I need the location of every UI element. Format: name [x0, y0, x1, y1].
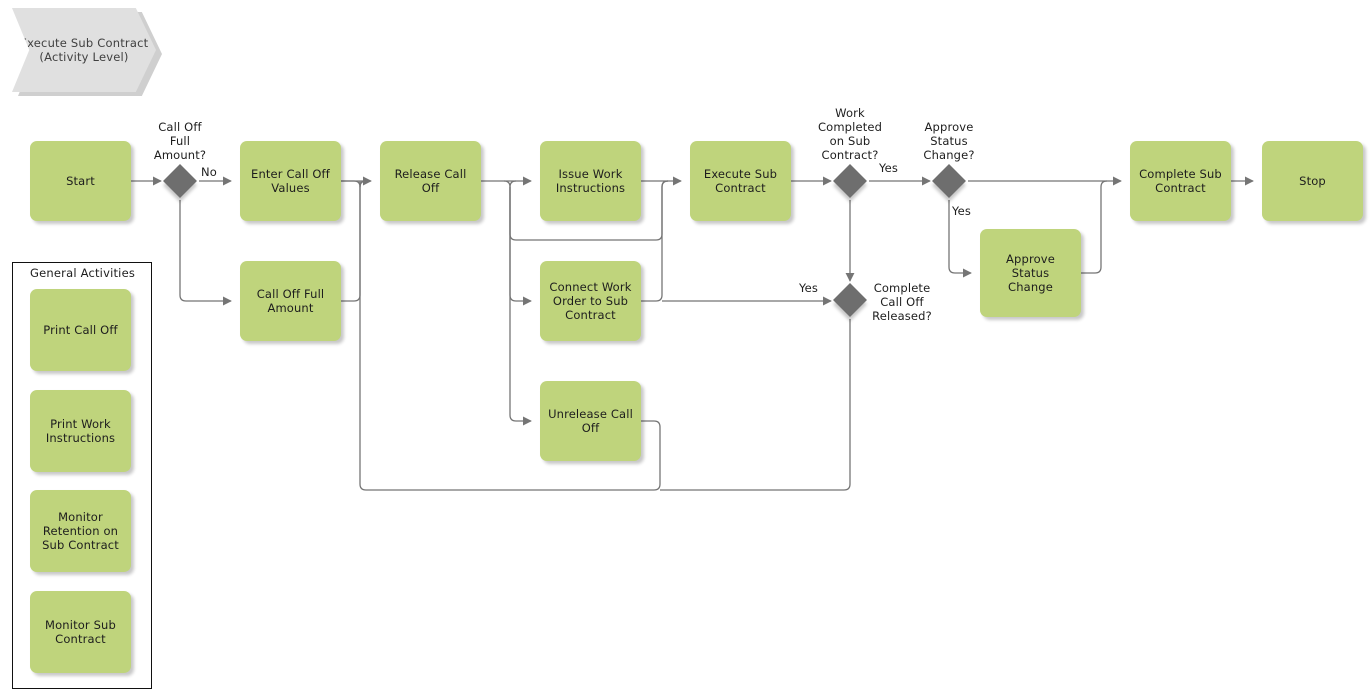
gateway-call-off-full-amount[interactable] [163, 164, 197, 198]
edge-release-to-connect-work-order [503, 180, 532, 306]
task-issue-work-instructions[interactable]: Issue Work Instructions [540, 141, 641, 221]
task-start-label: Start [66, 174, 95, 188]
gateway-work-completed-on-sub-contract[interactable] [833, 164, 867, 198]
task-call-off-full-amount[interactable]: Call Off Full Amount [240, 261, 341, 341]
edge-label-no: No [201, 165, 217, 179]
task-unrelease-call-off[interactable]: Unrelease Call Off [540, 381, 641, 461]
gateway-complete-call-off-released-label: Complete Call Off Released? [872, 281, 932, 323]
task-connect-work-order-label: Connect Work Order to Sub Contract [549, 280, 632, 322]
gateway-approve-status-change[interactable] [932, 164, 966, 198]
gateway-approve-status-change-label: Approve Status Change? [923, 120, 975, 162]
task-print-work-instructions[interactable]: Print Work Instructions [30, 390, 131, 472]
edge-label-yes-work-completed: Yes [879, 161, 899, 175]
task-enter-call-off-values-label: Enter Call Off Values [251, 167, 330, 195]
edge-full-amount-to-release [341, 180, 367, 302]
connector-layer [131, 176, 1254, 491]
edge-release-to-unrelease [509, 187, 532, 426]
task-release-call-off-label: Release Call Off [394, 167, 467, 195]
edge-complete-gateway-bottom-loop [660, 319, 851, 491]
task-print-call-off-label: Print Call Off [43, 323, 118, 337]
task-monitor-retention-on-sub-contract[interactable]: Monitor Retention on Sub Contract [30, 490, 131, 572]
task-connect-work-order-to-sub-contract[interactable]: Connect Work Order to Sub Contract [540, 261, 641, 341]
edge-label-yes-complete-call-off: Yes [799, 281, 819, 295]
edge-calloff-gateway-to-full-amount [179, 200, 232, 306]
task-issue-work-instructions-label: Issue Work Instructions [555, 167, 626, 195]
task-monitor-retention-label: Monitor Retention on Sub Contract [42, 510, 119, 552]
task-start[interactable]: Start [30, 141, 131, 221]
title-banner: Execute Sub Contract (Activity Level) [12, 8, 156, 92]
task-enter-call-off-values[interactable]: Enter Call Off Values [240, 141, 341, 221]
task-unrelease-call-off-label: Unrelease Call Off [548, 407, 633, 435]
task-release-call-off[interactable]: Release Call Off [380, 141, 481, 221]
gateway-work-completed-label: Work Completed on Sub Contract? [817, 106, 883, 162]
edge-connect-work-order-up [641, 180, 669, 302]
task-call-off-full-amount-label: Call Off Full Amount [256, 287, 325, 315]
task-stop-label: Stop [1299, 174, 1326, 188]
edge-label-yes-approve-status: Yes [952, 204, 972, 218]
task-monitor-sub-contract[interactable]: Monitor Sub Contract [30, 591, 131, 673]
task-complete-sub-contract-label: Complete Sub Contract [1139, 167, 1222, 195]
task-execute-sub-contract-label: Execute Sub Contract [703, 167, 778, 195]
task-execute-sub-contract[interactable]: Execute Sub Contract [690, 141, 791, 221]
task-stop[interactable]: Stop [1262, 141, 1363, 221]
flowchart-canvas: Execute Sub Contract (Activity Level) Ge… [0, 0, 1370, 700]
task-approve-status-change[interactable]: Approve Status Change [980, 229, 1081, 317]
task-print-work-instructions-label: Print Work Instructions [45, 417, 116, 445]
task-approve-status-change-label: Approve Status Change [1006, 252, 1055, 294]
title-banner-label: Execute Sub Contract (Activity Level) [19, 36, 149, 64]
task-complete-sub-contract[interactable]: Complete Sub Contract [1130, 141, 1231, 221]
gateway-call-off-full-amount-label: Call Off Full Amount? [153, 120, 207, 162]
general-activities-title: General Activities [30, 266, 136, 280]
task-print-call-off[interactable]: Print Call Off [30, 289, 131, 371]
task-monitor-sub-contract-label: Monitor Sub Contract [45, 618, 116, 646]
edge-approve-task-to-main-line [1081, 180, 1108, 274]
edge-enter-values-join [341, 180, 361, 188]
